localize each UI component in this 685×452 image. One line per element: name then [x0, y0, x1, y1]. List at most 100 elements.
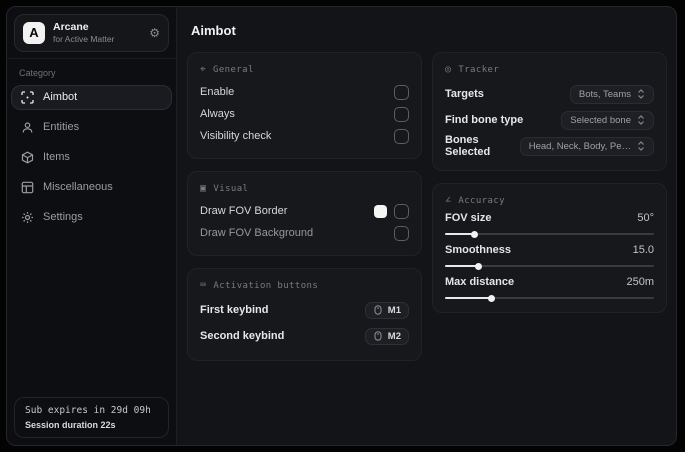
setting-row-fov-border: Draw FOV Border — [200, 200, 409, 222]
app-title-block: Arcane for Active Matter — [53, 21, 114, 45]
select-value: Selected bone — [570, 114, 631, 126]
fov-border-checkbox[interactable] — [394, 203, 409, 219]
activation-card-header: ⌨ Activation buttons — [200, 280, 409, 291]
slider-value: 50° — [637, 212, 654, 224]
setting-row-first-keybind: First keybind M1 — [200, 297, 409, 323]
unfold-icon — [638, 141, 644, 151]
sidebar-item-label: Items — [43, 151, 70, 164]
accuracy-card-header: ∠ Accuracy — [445, 195, 654, 206]
slider-value: 15.0 — [632, 244, 654, 256]
activation-buttons-card: ⌨ Activation buttons First keybind M1 Se… — [187, 268, 422, 361]
gear-icon — [22, 211, 33, 223]
keyboard-icon: ⌨ — [200, 280, 207, 291]
mouse-icon — [374, 331, 382, 341]
max-distance-slider-group: Max distance 250m — [445, 276, 654, 302]
first-keybind-button[interactable]: M1 — [364, 301, 409, 319]
setting-row-enable: Enable — [200, 81, 409, 103]
setting-label: Bones Selected — [445, 134, 491, 158]
frame-icon: ▣ — [200, 183, 207, 194]
setting-row-targets: Targets Bots, Teams — [445, 81, 654, 107]
sidebar-item-miscellaneous[interactable]: Miscellaneous — [11, 175, 172, 200]
general-card: ⌖ General Enable Always Visibility check — [187, 52, 422, 159]
session-duration-text: Session duration 22s — [25, 420, 116, 430]
setting-label: Find bone type — [445, 114, 524, 126]
color-swatch[interactable] — [374, 204, 387, 218]
sidebar-item-settings[interactable]: Settings — [11, 205, 172, 230]
main-content: Aimbot ⌖ General Enable Always Visibilit… — [177, 7, 676, 445]
setting-row-visibility-check: Visibility check — [200, 125, 409, 147]
targets-select[interactable]: Bots, Teams — [569, 84, 654, 104]
category-nav: Aimbot Entities Items Miscellaneous Sett… — [7, 84, 176, 235]
setting-label: Enable — [200, 86, 235, 98]
keybind-value: M2 — [387, 330, 401, 342]
setting-label: Visibility check — [200, 130, 272, 142]
tracker-card-title: Tracker — [458, 64, 500, 75]
select-value: Head, Neck, Body, Pe… — [528, 140, 631, 152]
unfold-icon — [638, 89, 644, 99]
radar-icon: ◎ — [445, 64, 452, 75]
general-card-header: ⌖ General — [200, 64, 409, 75]
general-card-title: General — [213, 64, 254, 75]
visual-card: ▣ Visual Draw FOV Border Draw FOV Backgr… — [187, 171, 422, 256]
max-distance-slider[interactable] — [445, 294, 654, 302]
sidebar-item-items[interactable]: Items — [11, 145, 172, 170]
app-header-card: A Arcane for Active Matter ⚙ — [14, 14, 169, 52]
cube-icon — [21, 151, 34, 164]
category-label: Category — [19, 67, 56, 78]
accuracy-card-title: Accuracy — [458, 195, 505, 206]
app-subtitle: for Active Matter — [53, 34, 115, 45]
tracker-card: ◎ Tracker Targets Bots, Teams Find bone … — [432, 52, 667, 171]
fov-size-slider[interactable] — [445, 230, 654, 238]
crosshair-icon: ⌖ — [200, 64, 207, 75]
slider-thumb[interactable] — [471, 230, 479, 238]
smoothness-slider-group: Smoothness 15.0 — [445, 244, 654, 270]
sidebar-item-label: Entities — [43, 121, 80, 134]
sidebar-item-entities[interactable]: Entities — [11, 115, 172, 140]
visual-card-header: ▣ Visual — [200, 183, 409, 194]
left-column: ⌖ General Enable Always Visibility check — [187, 52, 422, 361]
activation-card-title: Activation buttons — [213, 280, 319, 291]
bones-selected-select[interactable]: Head, Neck, Body, Pe… — [519, 136, 654, 156]
smoothness-slider[interactable] — [445, 262, 654, 270]
fov-background-checkbox[interactable] — [394, 225, 409, 241]
subscription-info-card: Sub expires in 29d 09h Session duration … — [14, 397, 169, 438]
sidebar-item-aimbot[interactable]: Aimbot — [11, 84, 172, 110]
setting-row-second-keybind: Second keybind M2 — [200, 323, 409, 349]
setting-row-always: Always — [200, 103, 409, 125]
sidebar-item-label: Miscellaneous — [43, 181, 113, 194]
mouse-icon — [374, 305, 382, 315]
setting-label: First keybind — [200, 304, 269, 316]
sidebar-header: A Arcane for Active Matter ⚙ — [7, 7, 176, 59]
second-keybind-button[interactable]: M2 — [364, 327, 409, 345]
unfold-icon — [638, 115, 644, 125]
app-logo: A — [23, 21, 45, 44]
page-title: Aimbot — [191, 23, 236, 38]
slider-label: Max distance — [445, 276, 515, 288]
layout-icon — [21, 181, 34, 194]
select-value: Bots, Teams — [578, 88, 631, 100]
always-checkbox[interactable] — [394, 106, 409, 122]
slider-thumb[interactable] — [475, 262, 483, 270]
slider-label: FOV size — [445, 212, 492, 224]
entities-icon — [22, 122, 33, 133]
accuracy-card: ∠ Accuracy FOV size 50° Smoothness 15.0 … — [432, 183, 667, 313]
slider-thumb[interactable] — [487, 294, 495, 302]
settings-gear-icon[interactable]: ⚙ — [149, 26, 160, 40]
right-column: ◎ Tracker Targets Bots, Teams Find bone … — [432, 52, 667, 313]
sidebar-item-label: Aimbot — [43, 91, 78, 104]
angle-icon: ∠ — [445, 195, 452, 206]
setting-row-find-bone-type: Find bone type Selected bone — [445, 107, 654, 133]
aimbot-scan-icon — [21, 91, 34, 104]
sidebar: A Arcane for Active Matter ⚙ Category Ai… — [7, 7, 177, 445]
slider-value: 250m — [626, 276, 654, 288]
visibility-check-checkbox[interactable] — [394, 128, 409, 144]
enable-checkbox[interactable] — [394, 84, 409, 100]
find-bone-type-select[interactable]: Selected bone — [561, 110, 654, 130]
sub-expiry-text: Sub expires in 29d 09h — [25, 405, 151, 416]
sidebar-item-label: Settings — [43, 211, 83, 224]
tracker-card-header: ◎ Tracker — [445, 64, 654, 75]
setting-label: Second keybind — [200, 330, 285, 342]
setting-row-fov-background: Draw FOV Background — [200, 222, 409, 244]
setting-label: Targets — [445, 88, 484, 100]
visual-card-title: Visual — [213, 183, 249, 194]
